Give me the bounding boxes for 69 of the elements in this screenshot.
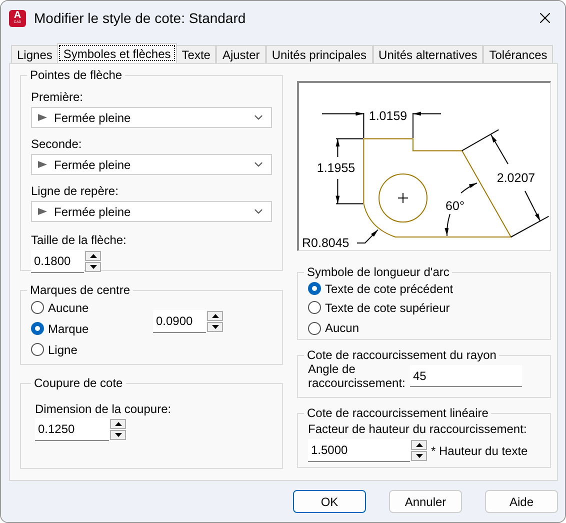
up-arrow-icon (90, 254, 96, 258)
radio-label[interactable]: Texte de cote supérieur (325, 300, 450, 314)
dialog-button[interactable]: Annuler (389, 490, 462, 513)
radio-button[interactable] (308, 301, 321, 314)
radio-button[interactable] (308, 282, 321, 295)
tab[interactable]: Unités alternatives (372, 45, 484, 63)
radio-label[interactable]: Aucune (48, 300, 89, 314)
dropdown[interactable]: Fermée pleine (31, 201, 272, 222)
number-field[interactable]: 0.1800 (31, 250, 84, 273)
up-arrow-icon (416, 443, 422, 447)
up-arrow-icon (114, 422, 122, 426)
group-title: Symbole de longueur d'arc (306, 265, 450, 279)
dialog-button[interactable]: OK (293, 490, 366, 513)
field-label: Taille de la flèche: (31, 233, 128, 247)
spin-down-button[interactable] (110, 430, 126, 440)
group-title: Coupure de cote (33, 376, 124, 390)
dimension-text: 2.0207 (496, 171, 536, 185)
field-label: Seconde: (31, 137, 83, 151)
dimension-text: 1.1955 (316, 161, 356, 175)
radio-button[interactable] (31, 301, 44, 314)
field-label: Facteur de hauteur du raccourcissement: (308, 422, 528, 436)
group-title: Cote de raccourcissement linéaire (306, 406, 490, 420)
dimension-text: 60° (446, 199, 464, 213)
number-field[interactable]: 1.5000 (308, 439, 410, 462)
arrowhead-icon (38, 208, 47, 215)
spin-up-button[interactable] (411, 440, 427, 450)
down-arrow-icon (416, 454, 422, 458)
tab[interactable]: Lignes (11, 45, 58, 63)
down-arrow-icon (114, 433, 122, 437)
down-arrow-icon (212, 325, 218, 329)
spin-up-button[interactable] (85, 251, 101, 261)
window-title: Modifier le style de cote: Standard (34, 10, 247, 26)
field-label: Première: (31, 90, 84, 104)
dropdown[interactable]: Fermée pleine (31, 154, 272, 175)
tab[interactable]: Symboles et flèches (57, 43, 177, 63)
radio-label[interactable]: Ligne (48, 342, 78, 356)
radio-button[interactable] (31, 322, 44, 335)
group-title: Cote de raccourcissement du rayon (306, 348, 498, 362)
spin-up-button[interactable] (110, 419, 126, 429)
arrowhead-icon (38, 161, 47, 168)
field-label: Angle de raccourcissement: (308, 362, 406, 390)
up-arrow-icon (212, 314, 218, 318)
field-label: Dimension de la coupure: (35, 402, 172, 416)
tab[interactable]: Ajuster (216, 45, 266, 63)
radio-button[interactable] (308, 322, 321, 334)
group-title: Pointes de flèche (29, 68, 124, 82)
dimension-text: 1.0159 (368, 109, 408, 123)
radio-label[interactable]: Aucun (325, 321, 360, 335)
arrowhead-icon (38, 114, 47, 121)
dialog-button[interactable]: Aide (485, 490, 558, 513)
spin-down-button[interactable] (411, 451, 427, 461)
radio-label[interactable]: Texte de cote précédent (325, 282, 454, 296)
field-label: Ligne de repère: (31, 184, 120, 198)
spin-down-button[interactable] (85, 262, 101, 272)
dropdown[interactable]: Fermée pleine (31, 107, 272, 128)
radio-button[interactable] (31, 343, 44, 356)
number-field[interactable]: 0.0900 (153, 310, 206, 333)
tab[interactable]: Texte (176, 45, 216, 63)
spin-up-button[interactable] (207, 311, 223, 321)
spin-down-button[interactable] (207, 322, 223, 332)
dimension-text: R0.8045 (302, 236, 350, 249)
number-field[interactable]: 0.1250 (35, 418, 109, 441)
angle-field[interactable]: 45 (410, 365, 522, 387)
group-title: Marques de centre (29, 283, 132, 297)
tab[interactable]: Tolérances (483, 45, 554, 63)
radio-label[interactable]: Marque (48, 322, 89, 336)
down-arrow-icon (90, 265, 96, 269)
tab[interactable]: Unités principales (266, 45, 373, 63)
unit-label: * Hauteur du texte (431, 444, 528, 458)
